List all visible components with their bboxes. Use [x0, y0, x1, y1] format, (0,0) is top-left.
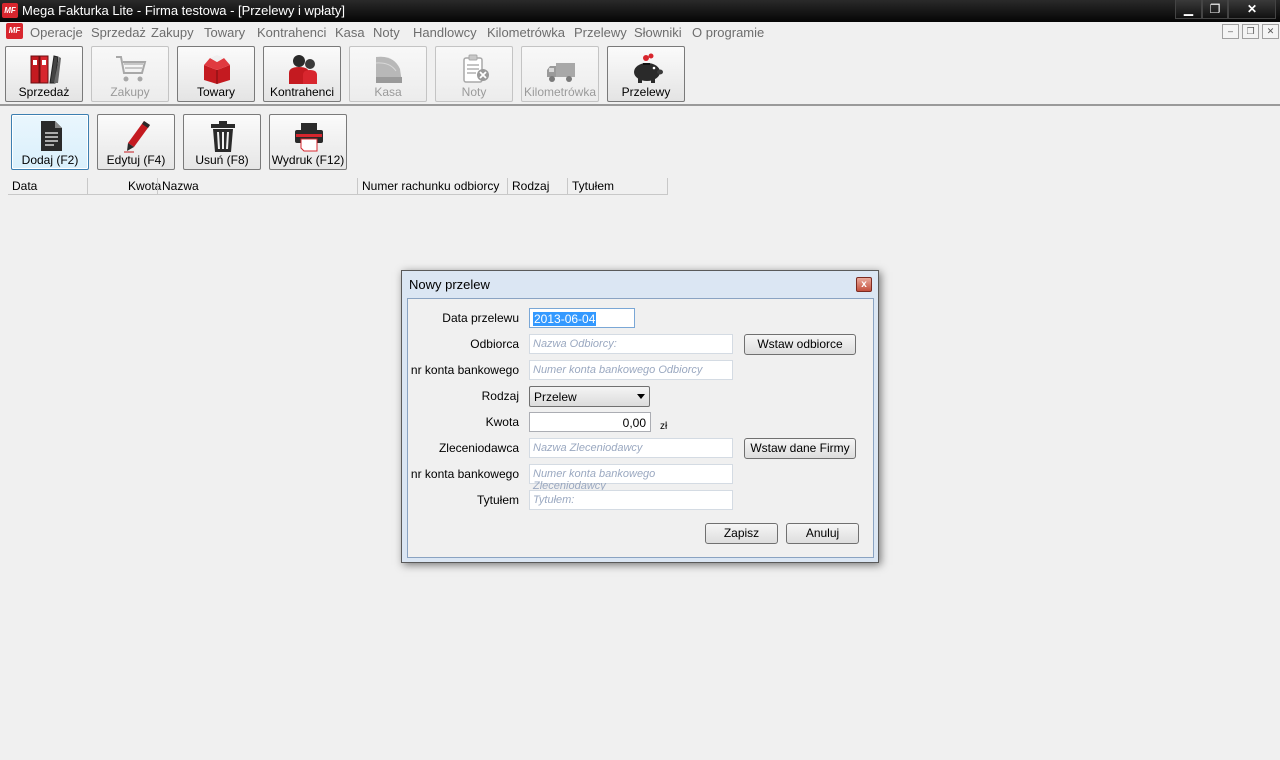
insert-company-button[interactable]: Wstaw dane Firmy	[744, 438, 856, 459]
insert-recipient-button[interactable]: Wstaw odbiorce	[744, 334, 856, 355]
cash-icon	[375, 56, 402, 83]
delete-label: Usuń (F8)	[195, 153, 249, 167]
column-data[interactable]: Data	[12, 179, 37, 195]
menu-towary[interactable]: Towary	[204, 25, 245, 40]
close-button[interactable]: ✕	[1228, 0, 1276, 19]
menu-zakupy[interactable]: Zakupy	[151, 25, 194, 40]
amount-label: Kwota	[485, 415, 519, 429]
date-field[interactable]: 2013-06-04	[529, 308, 635, 328]
zakupy-label: Zakupy	[110, 85, 150, 99]
mdi-restore-button[interactable]: ❐	[1242, 24, 1259, 39]
menu-slowniki[interactable]: Słowniki	[634, 25, 682, 40]
payer-label: Zleceniodawca	[438, 441, 519, 455]
menu-noty[interactable]: Noty	[373, 25, 400, 40]
delete-button[interactable]: Usuń (F8)	[183, 114, 261, 170]
menu-operacje[interactable]: Operacje	[30, 25, 83, 40]
dialog-close-button[interactable]: x	[856, 277, 872, 292]
trash-icon	[211, 121, 235, 152]
piggy-bank-icon	[634, 53, 663, 83]
truck-icon	[547, 63, 575, 82]
date-label: Data przelewu	[442, 311, 519, 325]
column-tytulem[interactable]: Tytułem	[572, 179, 614, 195]
print-button[interactable]: Wydruk (F12)	[269, 114, 347, 170]
type-label: Rodzaj	[481, 389, 519, 403]
payer-name-input[interactable]: Nazwa Zleceniodawcy	[529, 438, 733, 458]
cart-icon	[116, 56, 147, 82]
edit-label: Edytuj (F4)	[106, 153, 166, 167]
column-rodzaj[interactable]: Rodzaj	[512, 179, 549, 195]
kasa-button[interactable]: Kasa	[349, 46, 427, 102]
noty-button[interactable]: Noty	[435, 46, 513, 102]
add-label: Dodaj (F2)	[21, 153, 79, 167]
binders-icon	[30, 55, 61, 84]
maximize-button[interactable]: ❐	[1202, 0, 1228, 19]
column-nazwa[interactable]: Nazwa	[162, 179, 199, 195]
dialog-title: Nowy przelew	[409, 277, 490, 292]
przelewy-button[interactable]: Przelewy	[607, 46, 685, 102]
title-bar: MF Mega Fakturka Lite - Firma testowa - …	[0, 0, 1280, 22]
type-select-value: Przelew	[534, 390, 577, 404]
box-icon	[204, 55, 230, 84]
minimize-button[interactable]: ▁	[1175, 0, 1202, 19]
menu-sprzedaz[interactable]: Sprzedaż	[91, 25, 146, 40]
menu-kontrahenci[interactable]: Kontrahenci	[257, 25, 326, 40]
save-button[interactable]: Zapisz	[705, 523, 778, 544]
mdi-close-button[interactable]: ✕	[1262, 24, 1279, 39]
towary-button[interactable]: Towary	[177, 46, 255, 102]
edit-button[interactable]: Edytuj (F4)	[97, 114, 175, 170]
przelewy-label: Przelewy	[621, 85, 671, 99]
menu-kilometrowka[interactable]: Kilometrówka	[487, 25, 565, 40]
kilometrowka-button[interactable]: Kilometrówka	[521, 46, 599, 102]
sprzedaz-label: Sprzedaż	[18, 85, 70, 99]
app-logo-icon: MF	[2, 3, 18, 18]
currency-label: zł	[660, 421, 668, 432]
zakupy-button[interactable]: Zakupy	[91, 46, 169, 102]
menu-handlowcy[interactable]: Handlowcy	[413, 25, 477, 40]
recipient-name-input[interactable]: Nazwa Odbiorcy:	[529, 334, 733, 354]
menu-bar: MF Operacje Sprzedaż Zakupy Towary Kontr…	[0, 22, 1280, 42]
print-label: Wydruk (F12)	[271, 153, 345, 167]
payer-account-label: nr konta bankowego	[410, 467, 519, 481]
recipient-account-label: nr konta bankowego	[410, 363, 519, 377]
kilometrowka-label: Kilometrówka	[523, 85, 597, 99]
noty-label: Noty	[461, 85, 487, 99]
payer-account-input[interactable]: Numer konta bankowego Zleceniodawcy	[529, 464, 733, 492]
add-button[interactable]: Dodaj (F2)	[11, 114, 89, 170]
title-input[interactable]: Tytułem:	[529, 490, 733, 510]
window-title: Mega Fakturka Lite - Firma testowa - [Pr…	[22, 3, 345, 18]
column-numer-rachunku[interactable]: Numer rachunku odbiorcy	[362, 179, 499, 195]
note-icon	[463, 54, 489, 83]
people-icon	[289, 55, 317, 84]
menu-przelewy[interactable]: Przelewy	[574, 25, 627, 40]
title-label: Tytułem	[476, 493, 519, 507]
chevron-down-icon	[637, 394, 645, 399]
kasa-label: Kasa	[374, 85, 402, 99]
sprzedaz-button[interactable]: Sprzedaż	[5, 46, 83, 102]
towary-label: Towary	[196, 85, 235, 99]
main-toolbar: Sprzedaż Zakupy Towary Kontrahenci Kasa …	[0, 42, 1280, 106]
type-select[interactable]: Przelew	[529, 386, 650, 407]
dialog-body: Data przelewu 2013-06-04 Odbiorca Nazwa …	[407, 298, 874, 558]
new-transfer-dialog: Nowy przelew x Data przelewu 2013-06-04 …	[401, 270, 879, 563]
mdi-app-icon[interactable]: MF	[6, 23, 23, 39]
recipient-label: Odbiorca	[470, 337, 519, 351]
printer-icon	[295, 123, 323, 152]
menu-o-programie[interactable]: O programie	[692, 25, 764, 40]
pen-icon	[124, 121, 150, 153]
kontrahenci-label: Kontrahenci	[269, 85, 335, 99]
kontrahenci-button[interactable]: Kontrahenci	[263, 46, 341, 102]
recipient-account-input[interactable]: Numer konta bankowego Odbiorcy	[529, 360, 733, 380]
menu-kasa[interactable]: Kasa	[335, 25, 365, 40]
document-icon	[41, 121, 62, 151]
mdi-minimize-button[interactable]: –	[1222, 24, 1239, 39]
amount-input[interactable]: 0,00	[529, 412, 651, 432]
transfers-table-header: Data Kwota Nazwa Numer rachunku odbiorcy…	[8, 177, 668, 195]
cancel-button[interactable]: Anuluj	[786, 523, 859, 544]
